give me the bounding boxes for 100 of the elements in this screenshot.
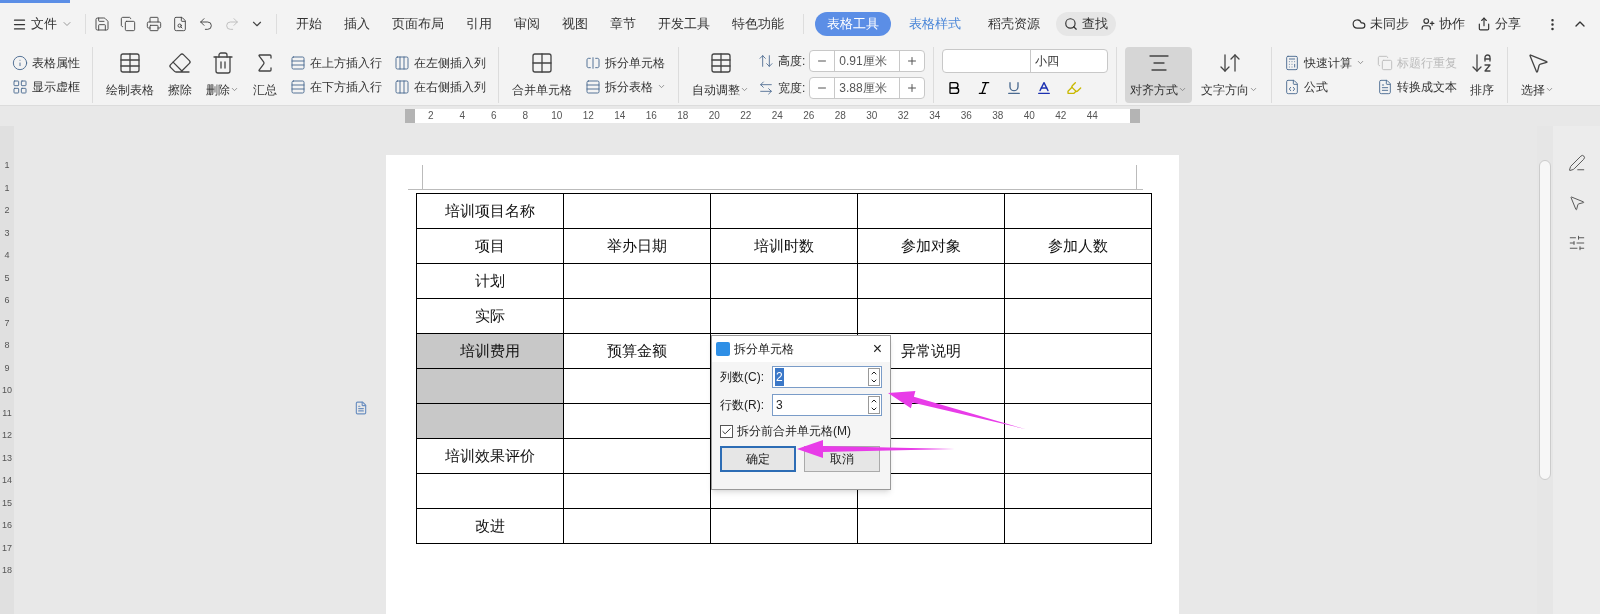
ruler-number: 4 bbox=[4, 249, 10, 262]
delete-button[interactable]: 删除 bbox=[201, 46, 244, 103]
search-button[interactable]: 查找 bbox=[1056, 12, 1116, 36]
text-direction-button[interactable]: 文字方向 bbox=[1196, 46, 1264, 103]
split-table-button[interactable]: 拆分表格 bbox=[581, 74, 670, 99]
checkbox-label: 拆分前合并单元格(M) bbox=[737, 423, 851, 440]
formula-button[interactable]: 公式 bbox=[1280, 74, 1370, 99]
insert-column-left-button[interactable]: 在左侧插入列 bbox=[390, 50, 490, 75]
table-cell: 参加对象 bbox=[857, 228, 1005, 264]
align-button[interactable]: 对齐方式 bbox=[1125, 46, 1193, 103]
ribbon-tab[interactable]: 表格样式 bbox=[897, 12, 973, 36]
ribbon-tab[interactable]: 稻壳资源 bbox=[976, 14, 1052, 34]
show-gridlines-button[interactable]: 显示虚框 bbox=[8, 74, 84, 99]
convert-to-text-button[interactable]: 转换成文本 bbox=[1373, 74, 1462, 99]
ruler-number: 12 bbox=[2, 429, 12, 442]
ruler-number: 2 bbox=[4, 204, 10, 217]
field-label: 行数(R): bbox=[720, 397, 765, 414]
draw-table-button[interactable]: 绘制表格 bbox=[101, 46, 159, 103]
ribbon-tab[interactable]: 页面布局 bbox=[381, 11, 455, 37]
sort-button[interactable]: 排序 bbox=[1465, 46, 1500, 103]
erase-button[interactable]: 擦除 bbox=[163, 46, 197, 103]
collab-button[interactable]: 协作 bbox=[1421, 14, 1465, 34]
quick-calc-button[interactable]: 快速计算 bbox=[1280, 50, 1370, 75]
ruler-number: 16 bbox=[2, 519, 12, 532]
autofit-button[interactable]: 自动调整 bbox=[687, 46, 754, 103]
caret-icon bbox=[230, 85, 239, 94]
ruler-number: 1 bbox=[4, 159, 10, 172]
spinner-icon bbox=[868, 368, 880, 386]
underline-icon[interactable] bbox=[1006, 80, 1023, 96]
ruler-number: 38 bbox=[991, 109, 1005, 123]
tool-icon bbox=[708, 50, 733, 75]
field-label: 宽度: bbox=[778, 80, 806, 97]
spinner-icon bbox=[868, 396, 880, 414]
summary-button[interactable]: 汇总 bbox=[248, 46, 282, 103]
table-properties-button[interactable]: 表格属性 bbox=[8, 50, 84, 75]
ribbon-tab[interactable]: 开发工具 bbox=[647, 11, 721, 37]
paragraph-icon bbox=[354, 401, 368, 415]
insert-column-right-button[interactable]: 在右侧插入列 bbox=[390, 74, 490, 99]
undo-icon[interactable] bbox=[198, 16, 214, 32]
share-button[interactable]: 分享 bbox=[1477, 14, 1521, 34]
ribbon-tab[interactable]: 视图 bbox=[551, 11, 599, 37]
size-icon bbox=[758, 80, 774, 96]
ribbon-tab[interactable]: 特色功能 bbox=[721, 11, 795, 37]
pointer-icon[interactable] bbox=[1567, 194, 1586, 212]
share-icon bbox=[1477, 17, 1491, 31]
ribbon-tab[interactable]: 审阅 bbox=[503, 11, 551, 37]
font-color-icon[interactable] bbox=[1036, 80, 1053, 96]
table-cell: 培训时数 bbox=[710, 228, 858, 264]
plus-icon bbox=[906, 82, 919, 94]
preview-icon[interactable] bbox=[172, 16, 188, 32]
split-cells-button[interactable]: 拆分单元格 bbox=[581, 50, 670, 75]
save-icon[interactable] bbox=[94, 16, 110, 32]
ruler-number: 7 bbox=[4, 316, 10, 330]
settings-icon[interactable] bbox=[1567, 234, 1586, 252]
number-field[interactable]: 3 bbox=[772, 394, 882, 416]
file-menu[interactable]: 文件 bbox=[12, 14, 73, 34]
print-icon[interactable] bbox=[146, 16, 162, 32]
number-field[interactable]: 2 bbox=[772, 366, 882, 388]
spin-field[interactable]: 0.91厘米 bbox=[809, 50, 926, 72]
field-label: 列数(C): bbox=[720, 369, 765, 386]
pen-icon[interactable] bbox=[1567, 154, 1586, 172]
ruler-number: 24 bbox=[770, 109, 784, 123]
caret-icon bbox=[740, 85, 749, 94]
table-cell: 举办日期 bbox=[563, 228, 711, 264]
tool-icon bbox=[585, 78, 601, 95]
tool-icon bbox=[394, 78, 410, 95]
font-select[interactable]: 小四 bbox=[942, 49, 1109, 73]
close-button[interactable]: × bbox=[868, 341, 886, 357]
tool-icon bbox=[118, 50, 142, 75]
dialog-title: 拆分单元格 bbox=[734, 341, 794, 358]
checkbox[interactable] bbox=[720, 424, 733, 438]
insert-row-below-button[interactable]: 在下方插入行 bbox=[286, 74, 386, 99]
tool-icon bbox=[585, 54, 601, 71]
ruler-number: 13 bbox=[2, 451, 12, 465]
table-cell: 实际 bbox=[416, 298, 564, 334]
ruler-number: 10 bbox=[2, 384, 12, 397]
field-label: 高度: bbox=[778, 53, 806, 70]
tool-icon bbox=[1377, 78, 1394, 95]
ruler-number: 22 bbox=[739, 109, 753, 123]
ribbon-tab[interactable]: 开始 bbox=[285, 11, 333, 37]
ruler-number: 6 bbox=[489, 109, 498, 123]
ribbon-tab[interactable]: 插入 bbox=[333, 11, 381, 37]
dialog-button[interactable]: 确定 bbox=[720, 446, 796, 472]
table-cell: 预算金额 bbox=[563, 333, 711, 369]
ribbon-tab[interactable]: 章节 bbox=[599, 11, 647, 37]
ruler-number: 18 bbox=[2, 564, 12, 577]
ruler-number: 18 bbox=[676, 109, 690, 123]
ruler-number: 15 bbox=[2, 496, 12, 510]
merge-cells-button[interactable]: 合并单元格 bbox=[507, 46, 577, 103]
select-button[interactable]: 选择 bbox=[1516, 46, 1560, 103]
sync-button[interactable]: 未同步 bbox=[1352, 14, 1409, 34]
ruler-number: 42 bbox=[1054, 109, 1068, 123]
insert-row-above-button[interactable]: 在上方插入行 bbox=[286, 50, 386, 75]
ruler-number: 40 bbox=[1022, 109, 1036, 123]
table-cell: 改进 bbox=[416, 508, 564, 544]
ruler-number: 9 bbox=[4, 361, 10, 375]
table-cell: 培训效果评价 bbox=[416, 438, 564, 474]
ribbon-tab[interactable]: 引用 bbox=[455, 11, 503, 37]
spin-field[interactable]: 3.88厘米 bbox=[809, 77, 926, 99]
table-cell: 培训项目名称 bbox=[416, 193, 564, 229]
